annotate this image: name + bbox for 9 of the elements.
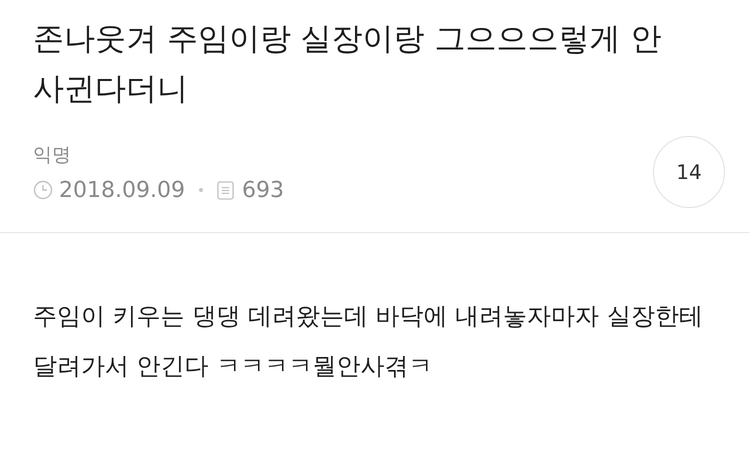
- clock-icon: [33, 180, 53, 200]
- post-title: 존나웃겨 주임이랑 실장이랑 그으으으렇게 안사귄다더니: [33, 20, 662, 109]
- view-count: 693: [242, 178, 284, 202]
- author-name: 익명: [33, 142, 72, 168]
- post-date: 2018.09.09: [59, 178, 185, 202]
- post-body: 주임이 키우는 댕댕 데려왔는데 바닥에 내려놓자마자 실장한테 달려가서 안긴다 ㅋㅋㅋㅋ뭘안사겪ㅋ: [33, 301, 704, 382]
- separator-dot: [198, 188, 203, 192]
- comment-count-button[interactable]: 14: [653, 136, 725, 208]
- document-icon: [216, 180, 234, 200]
